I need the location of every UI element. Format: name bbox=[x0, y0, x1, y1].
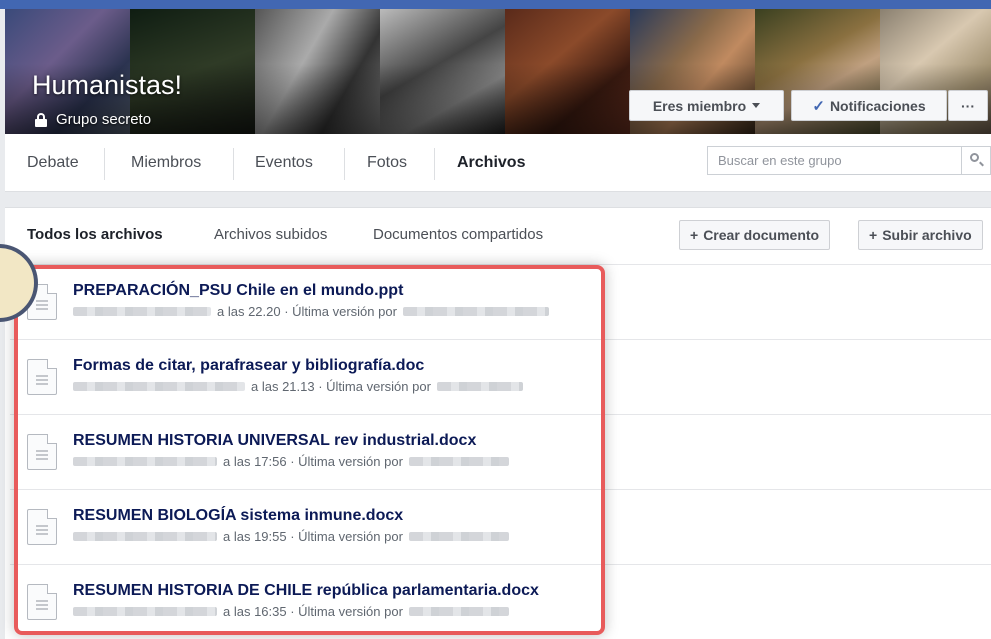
group-name[interactable]: Humanistas! bbox=[32, 70, 182, 101]
plus-icon: + bbox=[869, 227, 878, 243]
files-panel: Todos los archivos Archivos subidos Docu… bbox=[5, 207, 991, 639]
file-meta: a las 22.20 · Última versión por bbox=[73, 304, 549, 319]
tab-eventos[interactable]: Eventos bbox=[255, 134, 313, 191]
file-meta: a las 21.13 · Última versión por bbox=[73, 379, 523, 394]
more-icon: ··· bbox=[961, 97, 975, 114]
check-icon: ✓ bbox=[812, 97, 825, 115]
chevron-down-icon bbox=[752, 103, 761, 108]
file-meta: a las 17:56 · Última versión por bbox=[73, 454, 509, 469]
file-meta: a las 16:35 · Última versión por bbox=[73, 604, 509, 619]
create-document-button[interactable]: + Crear documento bbox=[679, 220, 831, 250]
file-name[interactable]: RESUMEN HISTORIA UNIVERSAL rev industria… bbox=[73, 432, 476, 450]
group-nav-bar: Debate Miembros Eventos Fotos Archivos B… bbox=[5, 134, 991, 192]
search-icon bbox=[970, 153, 979, 162]
group-privacy-label: Grupo secreto bbox=[56, 111, 152, 128]
tab-miembros[interactable]: Miembros bbox=[131, 134, 201, 191]
group-cover-photo: Humanistas! Grupo secreto Eres miembro ✓… bbox=[5, 9, 991, 134]
file-name[interactable]: Formas de citar, parafrasear y bibliogra… bbox=[73, 357, 424, 375]
file-time: a las 22.20 · Última versión por bbox=[217, 304, 397, 319]
file-row[interactable]: Formas de citar, parafrasear y bibliogra… bbox=[27, 353, 607, 413]
file-name[interactable]: PREPARACIÓN_PSU Chile en el mundo.ppt bbox=[73, 282, 403, 300]
file-name[interactable]: RESUMEN BIOLOGÍA sistema inmune.docx bbox=[73, 507, 403, 525]
filter-uploaded-files[interactable]: Archivos subidos bbox=[214, 226, 327, 243]
group-search-input[interactable]: Buscar en este grupo bbox=[707, 146, 991, 175]
lock-icon bbox=[35, 112, 47, 127]
file-name[interactable]: RESUMEN HISTORIA DE CHILE república parl… bbox=[73, 582, 539, 600]
upload-file-button[interactable]: + Subir archivo bbox=[858, 220, 983, 250]
top-bar bbox=[0, 0, 991, 9]
document-icon bbox=[27, 509, 57, 545]
upload-file-label: Subir archivo bbox=[882, 227, 972, 243]
tab-fotos[interactable]: Fotos bbox=[367, 134, 407, 191]
file-row[interactable]: RESUMEN BIOLOGÍA sistema inmune.docx a l… bbox=[27, 503, 607, 563]
file-time: a las 21.13 · Última versión por bbox=[251, 379, 431, 394]
search-placeholder: Buscar en este grupo bbox=[718, 153, 842, 168]
filter-all-files[interactable]: Todos los archivos bbox=[27, 226, 163, 243]
file-row[interactable]: RESUMEN HISTORIA DE CHILE república parl… bbox=[27, 578, 607, 638]
plus-icon: + bbox=[690, 227, 699, 243]
tab-archivos[interactable]: Archivos bbox=[457, 134, 525, 191]
file-meta: a las 19:55 · Última versión por bbox=[73, 529, 509, 544]
group-privacy: Grupo secreto bbox=[35, 111, 151, 128]
file-row[interactable]: RESUMEN HISTORIA UNIVERSAL rev industria… bbox=[27, 428, 607, 488]
notifications-button-label: Notificaciones bbox=[829, 97, 926, 114]
filter-shared-documents[interactable]: Documentos compartidos bbox=[373, 226, 543, 243]
document-icon bbox=[27, 434, 57, 470]
notifications-button[interactable]: ✓ Notificaciones bbox=[791, 90, 947, 121]
document-icon bbox=[27, 359, 57, 395]
search-button[interactable] bbox=[961, 147, 990, 174]
member-button[interactable]: Eres miembro bbox=[629, 90, 784, 121]
file-row[interactable]: PREPARACIÓN_PSU Chile en el mundo.ppt a … bbox=[27, 278, 607, 338]
file-time: a las 16:35 · Última versión por bbox=[223, 604, 403, 619]
member-button-label: Eres miembro bbox=[652, 97, 747, 114]
file-time: a las 19:55 · Última versión por bbox=[223, 529, 403, 544]
document-icon bbox=[27, 584, 57, 620]
more-options-button[interactable]: ··· bbox=[948, 90, 988, 121]
create-document-label: Crear documento bbox=[703, 227, 820, 243]
file-time: a las 17:56 · Última versión por bbox=[223, 454, 403, 469]
tab-debate[interactable]: Debate bbox=[27, 134, 79, 191]
